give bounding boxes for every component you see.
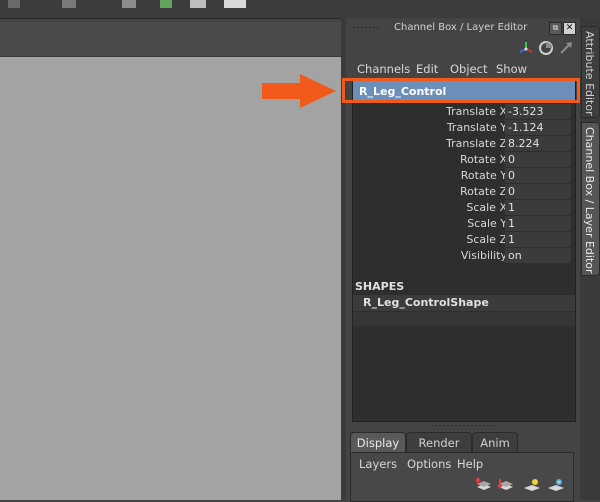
float-panel-button[interactable]: ⧉ (549, 22, 562, 35)
attr-label: Rotate Y (460, 169, 507, 182)
attr-value-field[interactable]: -3.523 (505, 104, 571, 119)
attr-label: Translate Z (446, 137, 507, 150)
layer-editor-body: Layers Options Help (350, 452, 574, 502)
menu-options[interactable]: Options (407, 457, 451, 471)
layer-editor: Display Render Anim Layers Options Help (350, 432, 580, 502)
attr-value-field[interactable]: 1 (505, 216, 571, 231)
side-tab-attribute-editor[interactable]: Attribute Editor (581, 26, 600, 118)
menu-channels[interactable]: Channels (357, 62, 410, 76)
attr-label: Scale Z (466, 233, 507, 246)
attr-row-rotate-z[interactable]: Rotate Z 0 (353, 184, 575, 200)
highlight-box (342, 78, 580, 103)
attr-row-rotate-x[interactable]: Rotate X 0 (353, 152, 575, 168)
shape-node-row[interactable]: R_Leg_ControlShape (353, 295, 575, 311)
attr-label: Scale Y (467, 217, 507, 230)
toolbar-icon[interactable] (224, 0, 246, 8)
channel-box-menu: Channels Edit Object Show (346, 60, 580, 78)
toolbar-icon[interactable] (122, 0, 136, 8)
attr-value-field[interactable]: 8.224 (505, 136, 571, 151)
attr-row-visibility[interactable]: Visibility on (353, 248, 575, 264)
tab-render[interactable]: Render (406, 432, 472, 453)
channel-box: R_Leg_Control Translate X -3.523 Transla… (352, 80, 576, 422)
rotate-manipulator-icon[interactable] (538, 40, 554, 60)
channel-box-tools (518, 38, 578, 58)
attr-row-scale-y[interactable]: Scale Y 1 (353, 216, 575, 232)
attr-label: Visibility (460, 249, 507, 262)
toolbar-icon[interactable] (62, 0, 76, 8)
attr-row-translate-y[interactable]: Translate Y -1.124 (353, 120, 575, 136)
attr-row-scale-z[interactable]: Scale Z 1 (353, 232, 575, 248)
drag-grip[interactable] (352, 26, 380, 29)
attr-label: Translate X (446, 105, 507, 118)
attr-value-field[interactable]: 0 (505, 152, 571, 167)
panel-title: Channel Box / Layer Editor (394, 22, 528, 33)
move-arrow-icon[interactable] (558, 40, 574, 60)
shapes-section-label: SHAPES (355, 280, 405, 293)
axis-gizmo-icon[interactable] (518, 40, 534, 60)
attr-value-field[interactable]: -1.124 (505, 120, 571, 135)
new-layer-up-icon[interactable] (475, 477, 493, 497)
tab-display[interactable]: Display (350, 432, 406, 453)
drag-grip[interactable] (430, 424, 494, 427)
close-panel-button[interactable]: ✕ (563, 22, 576, 35)
new-layer-selected-icon[interactable] (547, 477, 565, 497)
attr-row-translate-z[interactable]: Translate Z 8.224 (353, 136, 575, 152)
attr-value-field[interactable]: 1 (505, 232, 571, 247)
attr-label: Translate Y (446, 121, 507, 134)
side-tab-strip: Attribute Editor Channel Box / Layer Edi… (580, 18, 600, 500)
tab-anim[interactable]: Anim (472, 432, 518, 453)
attr-value-field[interactable]: on (505, 248, 571, 263)
attr-value-field[interactable]: 0 (505, 184, 571, 199)
new-layer-down-icon[interactable] (497, 477, 515, 497)
attr-row-rotate-y[interactable]: Rotate Y 0 (353, 168, 575, 184)
menu-object[interactable]: Object (450, 62, 487, 76)
viewport-header (0, 22, 341, 57)
attr-value-field[interactable]: 0 (505, 168, 571, 183)
attr-value-field[interactable]: 1 (505, 200, 571, 215)
attr-label: Scale X (466, 201, 507, 214)
attr-row-scale-x[interactable]: Scale X 1 (353, 200, 575, 216)
layer-editor-splitter[interactable] (346, 422, 580, 430)
menu-show[interactable]: Show (496, 62, 527, 76)
toolbar-icon[interactable] (160, 0, 172, 8)
panel-title-bar: Channel Box / Layer Editor ⧉ ✕ (346, 18, 580, 38)
annotation-arrow-icon (262, 74, 336, 108)
menu-edit[interactable]: Edit (416, 62, 438, 76)
menu-help[interactable]: Help (457, 457, 483, 471)
toolbar-icon[interactable] (8, 0, 20, 8)
side-tab-channel-box[interactable]: Channel Box / Layer Editor (581, 122, 600, 276)
shape-name: R_Leg_ControlShape (363, 296, 489, 309)
shape-node-empty-row (353, 312, 575, 326)
attr-label: Rotate Z (459, 185, 507, 198)
attr-row-translate-x[interactable]: Translate X -3.523 (353, 104, 575, 120)
toolbar-icon[interactable] (190, 0, 206, 8)
top-toolbar (0, 0, 600, 19)
attr-label: Rotate X (459, 153, 507, 166)
menu-layers[interactable]: Layers (359, 457, 397, 471)
new-layer-icon[interactable] (523, 477, 541, 497)
